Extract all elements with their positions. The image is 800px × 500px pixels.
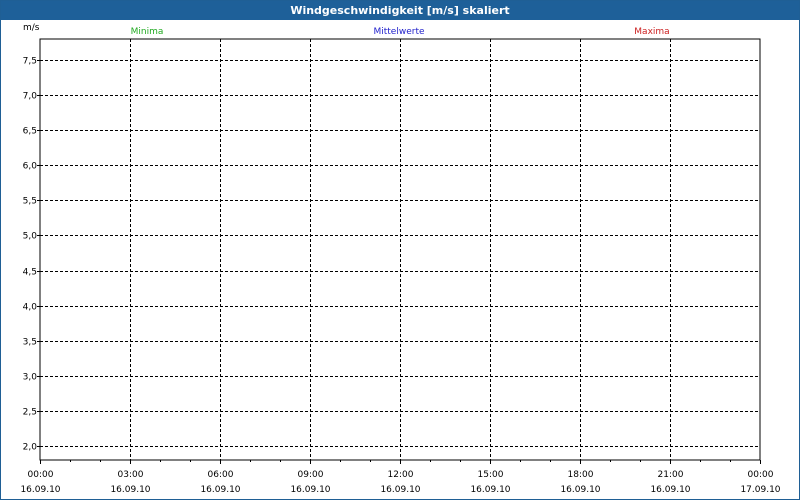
x-tick-label-date: 17.09.10 (740, 485, 780, 495)
x-tick-label-date: 16.09.10 (290, 485, 330, 495)
y-tick-label: 2,5 (23, 408, 37, 418)
chart-window: Windgeschwindigkeit [m/s] skaliert 7,5 7,… (0, 0, 800, 500)
y-tick-label: 5,0 (23, 232, 38, 242)
y-tick-label: 4,0 (23, 303, 38, 313)
legend-maxima: Maxima (634, 27, 669, 37)
x-tick-label-time: 21:00 (658, 470, 684, 480)
x-tick-label-date: 16.09.10 (380, 485, 420, 495)
x-tick-label-date: 16.09.10 (110, 485, 150, 495)
wind-speed-chart: 7,5 7,0 6,5 6,0 5,5 5,0 4,5 4,0 3,5 3,0 2,5 2,0 m/s 0… (20, 23, 780, 495)
y-tick-label: 2,0 (23, 443, 38, 453)
y-tick-label: 3,0 (23, 373, 38, 383)
x-tick-label-date: 16.09.10 (470, 485, 510, 495)
y-tick-label: 3,5 (23, 338, 37, 348)
y-tick-label: 5,5 (23, 197, 37, 207)
legend-minima: Minima (131, 27, 164, 37)
y-tick-label: 4,5 (23, 268, 37, 278)
y-tick-label: 7,5 (23, 57, 37, 67)
y-axis-label: m/s (23, 23, 40, 33)
x-tick-label-date: 16.09.10 (560, 485, 600, 495)
x-tick-label-time: 12:00 (388, 470, 414, 480)
x-tick-label-time: 00:00 (748, 470, 774, 480)
y-tick-label: 6,0 (23, 162, 38, 172)
x-tick-label-time: 15:00 (478, 470, 504, 480)
x-tick-label-date: 16.09.10 (200, 485, 240, 495)
x-tick-label-time: 03:00 (118, 470, 144, 480)
legend-mittelwerte: Mittelwerte (373, 27, 424, 37)
x-tick-label-time: 00:00 (28, 470, 54, 480)
x-tick-label-date: 16.09.10 (20, 485, 60, 495)
x-tick-label-date: 16.09.10 (650, 485, 690, 495)
window-title: Windgeschwindigkeit [m/s] skaliert (1, 1, 799, 20)
x-tick-label-time: 09:00 (298, 470, 324, 480)
y-tick-label: 6,5 (23, 127, 37, 137)
y-tick-label: 7,0 (23, 92, 38, 102)
x-tick-label-time: 18:00 (568, 470, 594, 480)
x-tick-label-time: 06:00 (208, 470, 234, 480)
